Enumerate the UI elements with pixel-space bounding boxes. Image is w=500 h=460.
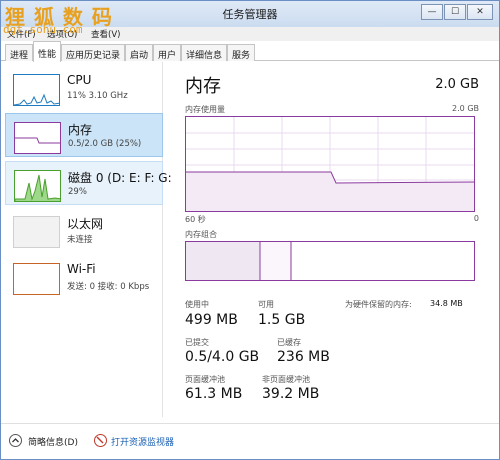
tab-startup[interactable]: 启动 [125,44,154,61]
in-use-value: 499 MB [185,312,238,328]
memory-detail-panel: 内存 2.0 GB 内存使用量 2.0 GB 60 秒 0 内存组合 使用中 4… [171,62,499,417]
sidebar-item-value: 未连接 [67,235,93,245]
tab-performance[interactable]: 性能 [33,41,62,62]
tab-users[interactable]: 用户 [153,44,182,61]
tab-bar: 进程 性能 应用历史记录 启动 用户 详细信息 服务 [1,41,499,62]
memory-thumbnail [14,122,61,154]
sidebar-item-memory[interactable]: 内存 0.5/2.0 GB (25%) [5,113,163,157]
task-manager-window: 狸 狐 数 码 任务管理器 — ☐ ✕ dgt.sohu.com 文件(F) 选… [0,0,500,460]
page-title: 内存 [185,76,221,97]
paged-pool-value: 61.3 MB [185,386,243,402]
sidebar-item-cpu[interactable]: CPU 11% 3.10 GHz [5,66,163,110]
chevron-up-icon[interactable] [9,434,22,447]
resource-monitor-icon [94,434,107,447]
menu-view[interactable]: 查看(V) [91,28,120,40]
available-value: 1.5 GB [258,312,306,328]
resource-sidebar: CPU 11% 3.10 GHz 内存 0.5/2.0 GB (25%) 磁盘 … [1,62,172,417]
sidebar-item-value: 29% [68,187,87,197]
sidebar-item-label: 内存 [68,123,93,137]
committed-value: 0.5/4.0 GB [185,349,260,365]
sidebar-item-wifi[interactable]: Wi-Fi 发送: 0 接收: 0 Kbps [5,255,163,299]
nonpaged-pool-value: 39.2 MB [262,386,320,402]
tab-details[interactable]: 详细信息 [181,44,228,61]
sidebar-item-value: 0.5/2.0 GB (25%) [68,139,142,149]
time-axis-end: 0 [473,214,479,223]
hardware-reserved-value: 34.8 MB [430,299,463,308]
disk-thumbnail [14,170,61,202]
tab-processes[interactable]: 进程 [5,44,34,61]
wifi-thumbnail [13,263,60,295]
sidebar-item-value: 11% 3.10 GHz [67,91,128,101]
less-details-link[interactable]: 简略信息(D) [28,435,78,448]
sidebar-item-value: 发送: 0 接收: 0 Kbps [67,282,150,292]
open-resource-monitor-link[interactable]: 打开资源监视器 [111,435,174,448]
footer: 简略信息(D) 打开资源监视器 [1,423,499,459]
cached-label: 已缓存 [277,338,301,347]
committed-label: 已提交 [185,338,209,347]
sidebar-item-ethernet[interactable]: 以太网 未连接 [5,208,163,252]
in-use-label: 使用中 [185,300,209,309]
maximize-button[interactable]: ☐ [444,4,466,20]
nonpaged-pool-label: 非页面缓冲池 [262,375,310,384]
paged-pool-label: 页面缓冲池 [185,375,225,384]
available-label: 可用 [258,300,274,309]
sidebar-item-disk[interactable]: 磁盘 0 (D: E: F: G: 29% [5,161,172,205]
sidebar-item-label: 以太网 [67,217,104,231]
memory-total: 2.0 GB [435,77,479,92]
close-button[interactable]: ✕ [467,4,493,20]
sidebar-item-label: Wi-Fi [67,262,96,276]
tab-services[interactable]: 服务 [227,44,256,61]
usage-graph-max: 2.0 GB [452,104,479,113]
time-axis-start: 60 秒 [185,215,206,224]
hardware-reserved-label: 为硬件保留的内存: [345,300,412,309]
usage-graph-label: 内存使用量 [185,105,225,114]
memory-usage-graph [185,116,475,212]
cpu-thumbnail [13,74,60,106]
tab-app-history[interactable]: 应用历史记录 [61,44,126,61]
minimize-button[interactable]: — [421,4,443,20]
composition-label: 内存组合 [185,230,217,239]
watermark-url: dgt.sohu.com [3,23,83,36]
sidebar-item-label: 磁盘 0 (D: E: F: G: [68,171,172,185]
ethernet-thumbnail [13,216,60,248]
memory-composition-bar [185,241,475,281]
sidebar-item-label: CPU [67,73,92,87]
cached-value: 236 MB [277,349,330,365]
